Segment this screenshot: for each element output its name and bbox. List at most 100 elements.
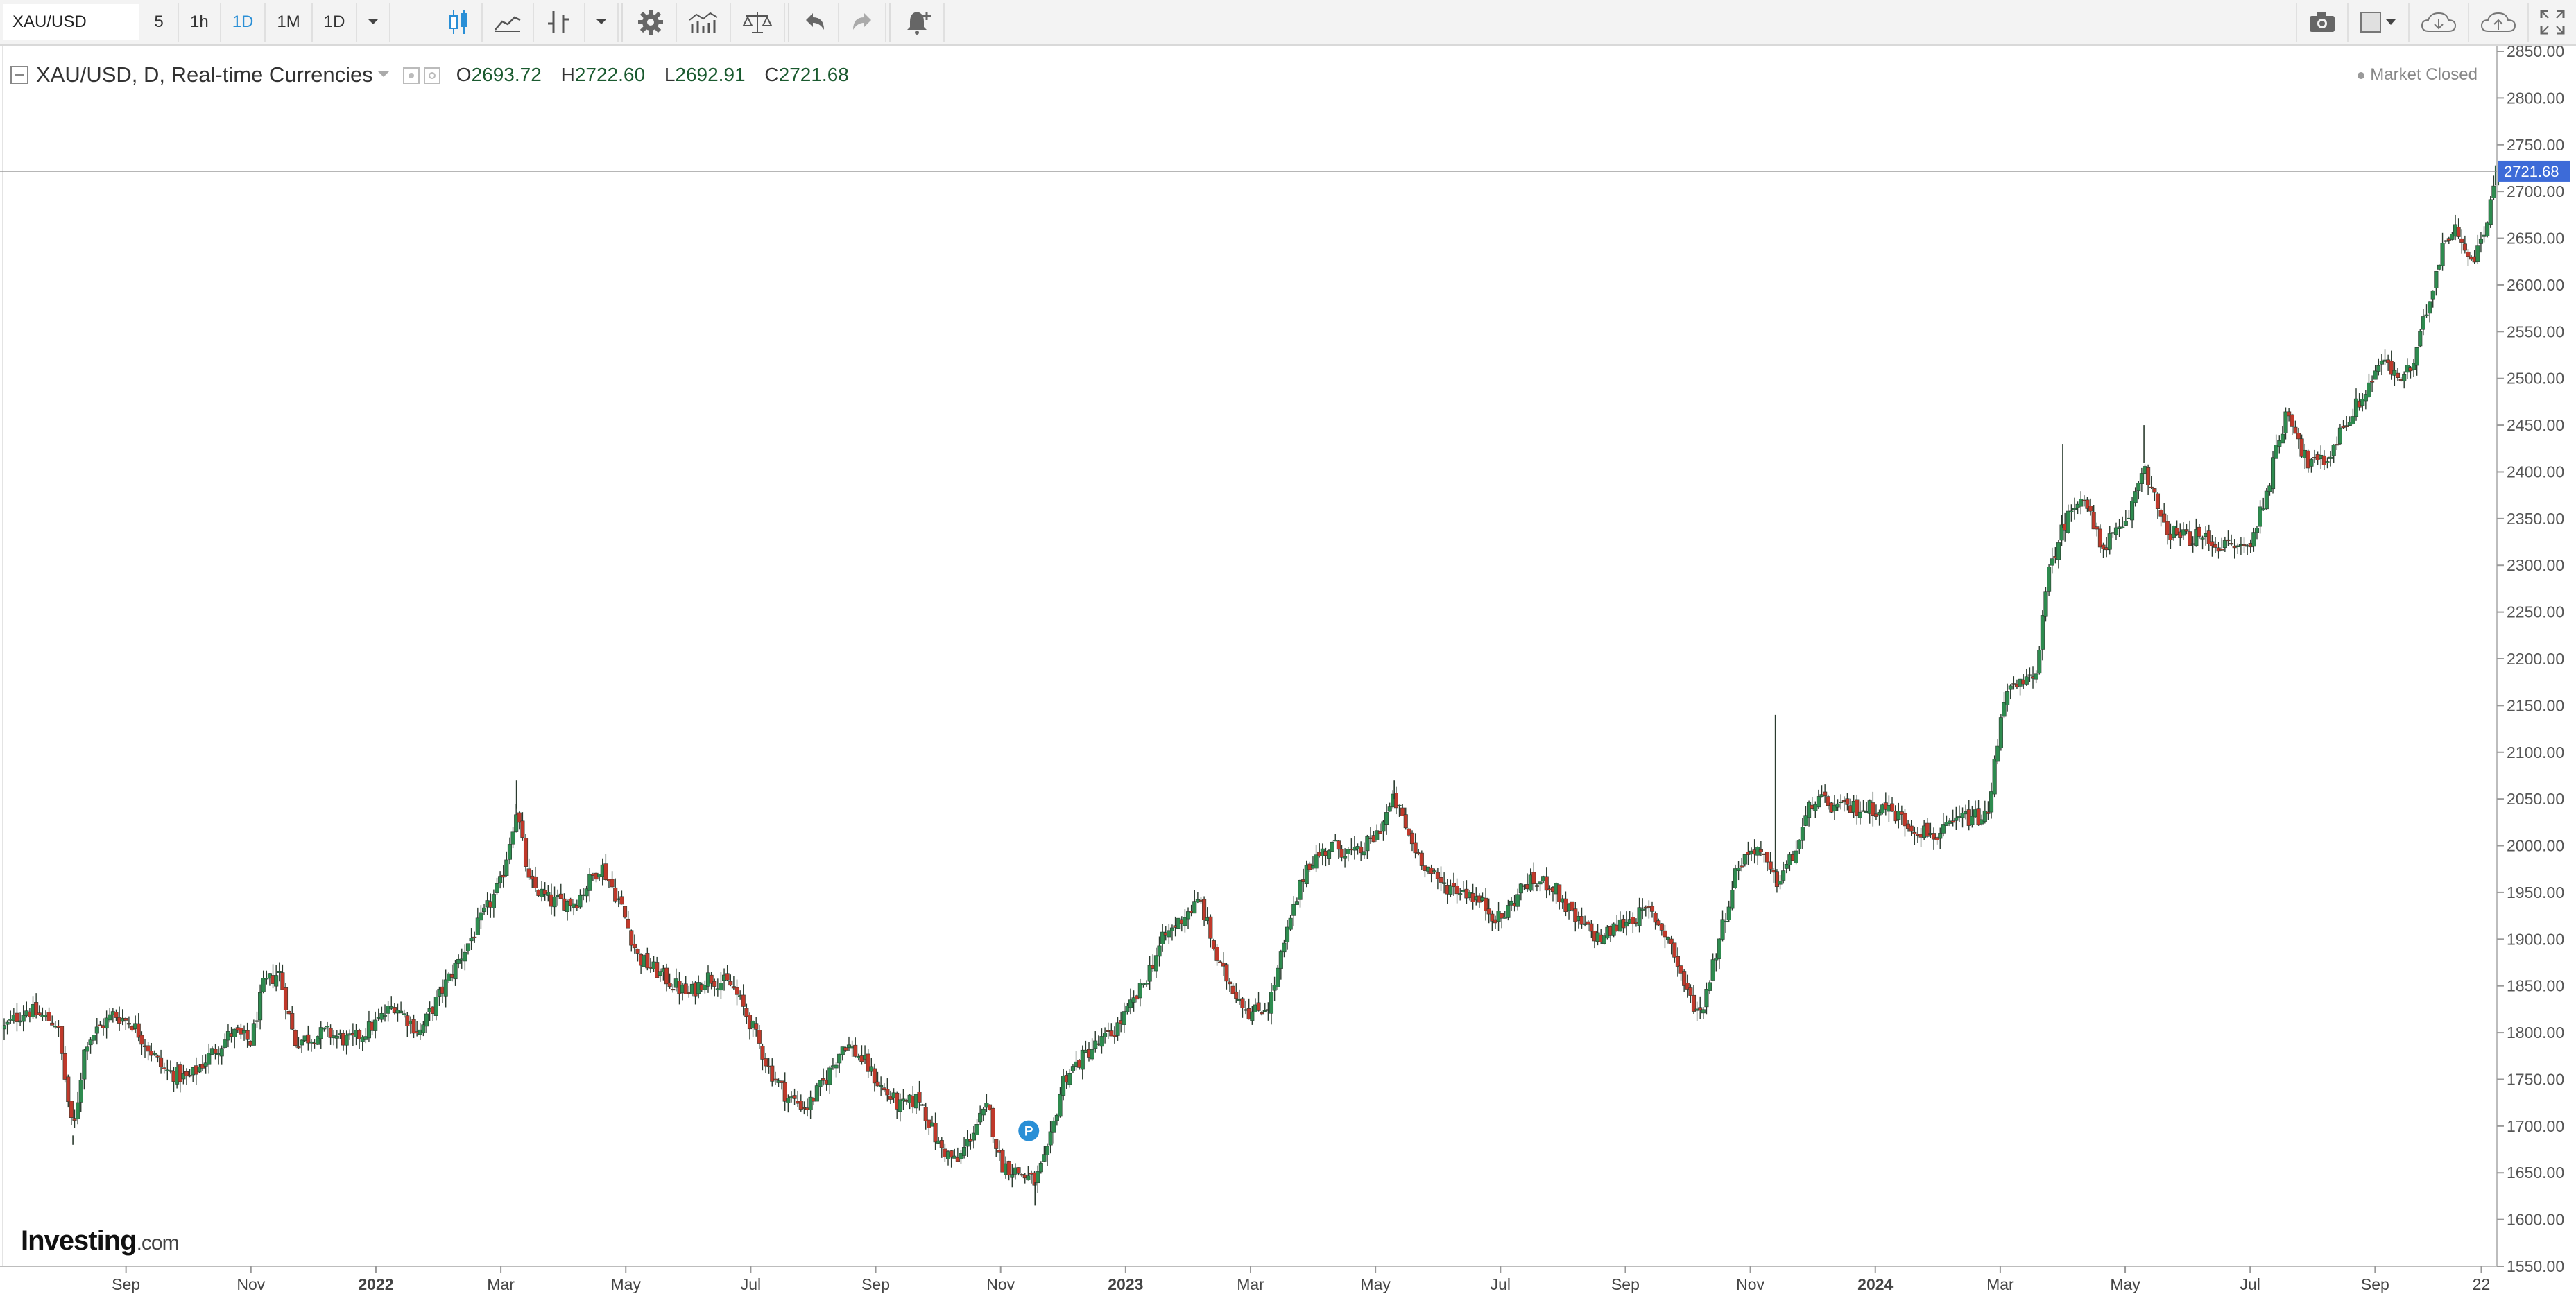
compare-dropdown-button[interactable] <box>585 3 619 42</box>
candle-up <box>2280 433 2285 444</box>
candle-down <box>123 1018 128 1021</box>
y-tick-label: 2650.00 <box>2507 230 2564 248</box>
x-tick-label: Mar <box>487 1275 515 1293</box>
y-tick-label: 2250.00 <box>2507 603 2564 621</box>
candle-up <box>1938 833 1943 839</box>
candle-down <box>990 1107 995 1137</box>
candle-up <box>2414 347 2419 366</box>
candle-down <box>1214 947 1219 961</box>
legend-settings-icon[interactable] <box>402 65 444 85</box>
candle-up <box>2331 445 2336 456</box>
interval-5-button[interactable]: 5 <box>140 3 179 42</box>
candle-up <box>1397 804 1402 806</box>
candle-up <box>2421 316 2425 330</box>
candle-up <box>1857 811 1862 818</box>
candle-down <box>1339 849 1344 858</box>
indicators-button[interactable] <box>677 3 731 42</box>
candle-up <box>325 1026 330 1028</box>
candle-up <box>481 907 487 912</box>
candle-down <box>1758 849 1763 852</box>
collapse-legend-icon[interactable] <box>10 65 29 85</box>
compare-button[interactable] <box>534 3 585 42</box>
cloud-load-button[interactable] <box>2410 3 2469 42</box>
candle-up <box>2200 537 2205 540</box>
logo-main: Investing <box>21 1225 137 1256</box>
candle-up <box>786 1098 791 1103</box>
candle-down <box>523 838 529 867</box>
candle-type-button[interactable] <box>436 3 483 42</box>
candle-down <box>2229 543 2234 545</box>
fullscreen-button[interactable] <box>2529 3 2576 42</box>
candle-up <box>1153 955 1158 972</box>
y-tick-label: 2300.00 <box>2507 556 2564 574</box>
interval-1h-button[interactable]: 1h <box>179 3 221 42</box>
candle-up <box>587 874 592 891</box>
candle-up <box>2418 331 2423 347</box>
candle-down <box>923 1107 928 1121</box>
candle-up <box>837 1053 842 1064</box>
interval-dropdown-button[interactable] <box>357 3 391 42</box>
candle-up <box>1807 802 1812 818</box>
color-button[interactable] <box>2349 3 2410 42</box>
candle-down <box>872 1068 877 1084</box>
candle-up <box>2491 185 2496 198</box>
open-label: O <box>456 64 472 85</box>
alert-button[interactable] <box>893 3 945 42</box>
candle-down <box>885 1089 890 1096</box>
candle-up <box>1278 951 1283 969</box>
x-tick-label: May <box>2110 1275 2140 1293</box>
redo-button[interactable] <box>839 3 886 42</box>
candle-down <box>1240 998 1245 1008</box>
candle-down <box>178 1064 182 1082</box>
candle-up <box>1314 854 1319 869</box>
candle-up <box>2037 650 2042 674</box>
screenshot-button[interactable] <box>2296 3 2349 42</box>
interval-custom-button[interactable]: 1D <box>313 3 358 42</box>
candle-down <box>62 1053 67 1080</box>
chevron-down-icon[interactable] <box>377 71 390 79</box>
y-tick-label: 2550.00 <box>2507 322 2564 340</box>
candle-down <box>2290 414 2294 427</box>
scale-button[interactable] <box>731 3 785 42</box>
symbol-input[interactable] <box>3 4 139 40</box>
market-status-text: Market Closed <box>2370 65 2478 84</box>
indicators-icon <box>689 12 718 33</box>
candle-down <box>2091 512 2096 530</box>
candle-down <box>1740 865 1744 868</box>
candle-down <box>1889 803 1895 812</box>
candle-down <box>1403 814 1408 829</box>
interval-1m-button[interactable]: 1M <box>266 3 313 42</box>
undo-button[interactable] <box>792 3 839 42</box>
interval-1d-button[interactable]: 1D <box>221 3 266 42</box>
candle-up <box>251 1023 256 1046</box>
candle-up <box>719 983 723 991</box>
candle-down <box>2459 238 2464 243</box>
y-tick-label: 1850.00 <box>2507 977 2564 995</box>
candle-up <box>1298 879 1303 900</box>
candle-up <box>2024 676 2029 685</box>
candle-down <box>1544 876 1549 891</box>
price-chart[interactable]: 1550.00 1600.00 1650.00 1700.00 1750.00 1800.… <box>0 46 2576 1294</box>
chart-style-button[interactable] <box>483 3 534 42</box>
candle-up <box>2034 673 2038 680</box>
candle-up <box>94 1026 99 1034</box>
candle-up <box>85 1046 90 1052</box>
candle-up <box>1432 870 1437 872</box>
candle-up <box>2478 239 2483 244</box>
x-tick-label: Sep <box>861 1275 890 1293</box>
candle-up <box>2367 382 2371 397</box>
candle-up <box>834 1064 839 1069</box>
candle-down <box>760 1046 765 1060</box>
candle-up <box>223 1039 227 1048</box>
cloud-save-button[interactable] <box>2469 3 2529 42</box>
candle-down <box>1413 842 1418 854</box>
settings-button[interactable] <box>626 3 677 42</box>
candle-up <box>2430 290 2435 300</box>
candle-up <box>2351 416 2355 424</box>
y-tick-label: 2450.00 <box>2507 416 2564 434</box>
candle-up <box>1038 1163 1043 1173</box>
chart-area[interactable]: 1550.00 1600.00 1650.00 1700.00 1750.00 1800.… <box>0 46 2576 1294</box>
candle-up <box>1250 1011 1255 1021</box>
candle-down <box>792 1095 797 1099</box>
color-swatch-icon <box>2360 12 2396 33</box>
